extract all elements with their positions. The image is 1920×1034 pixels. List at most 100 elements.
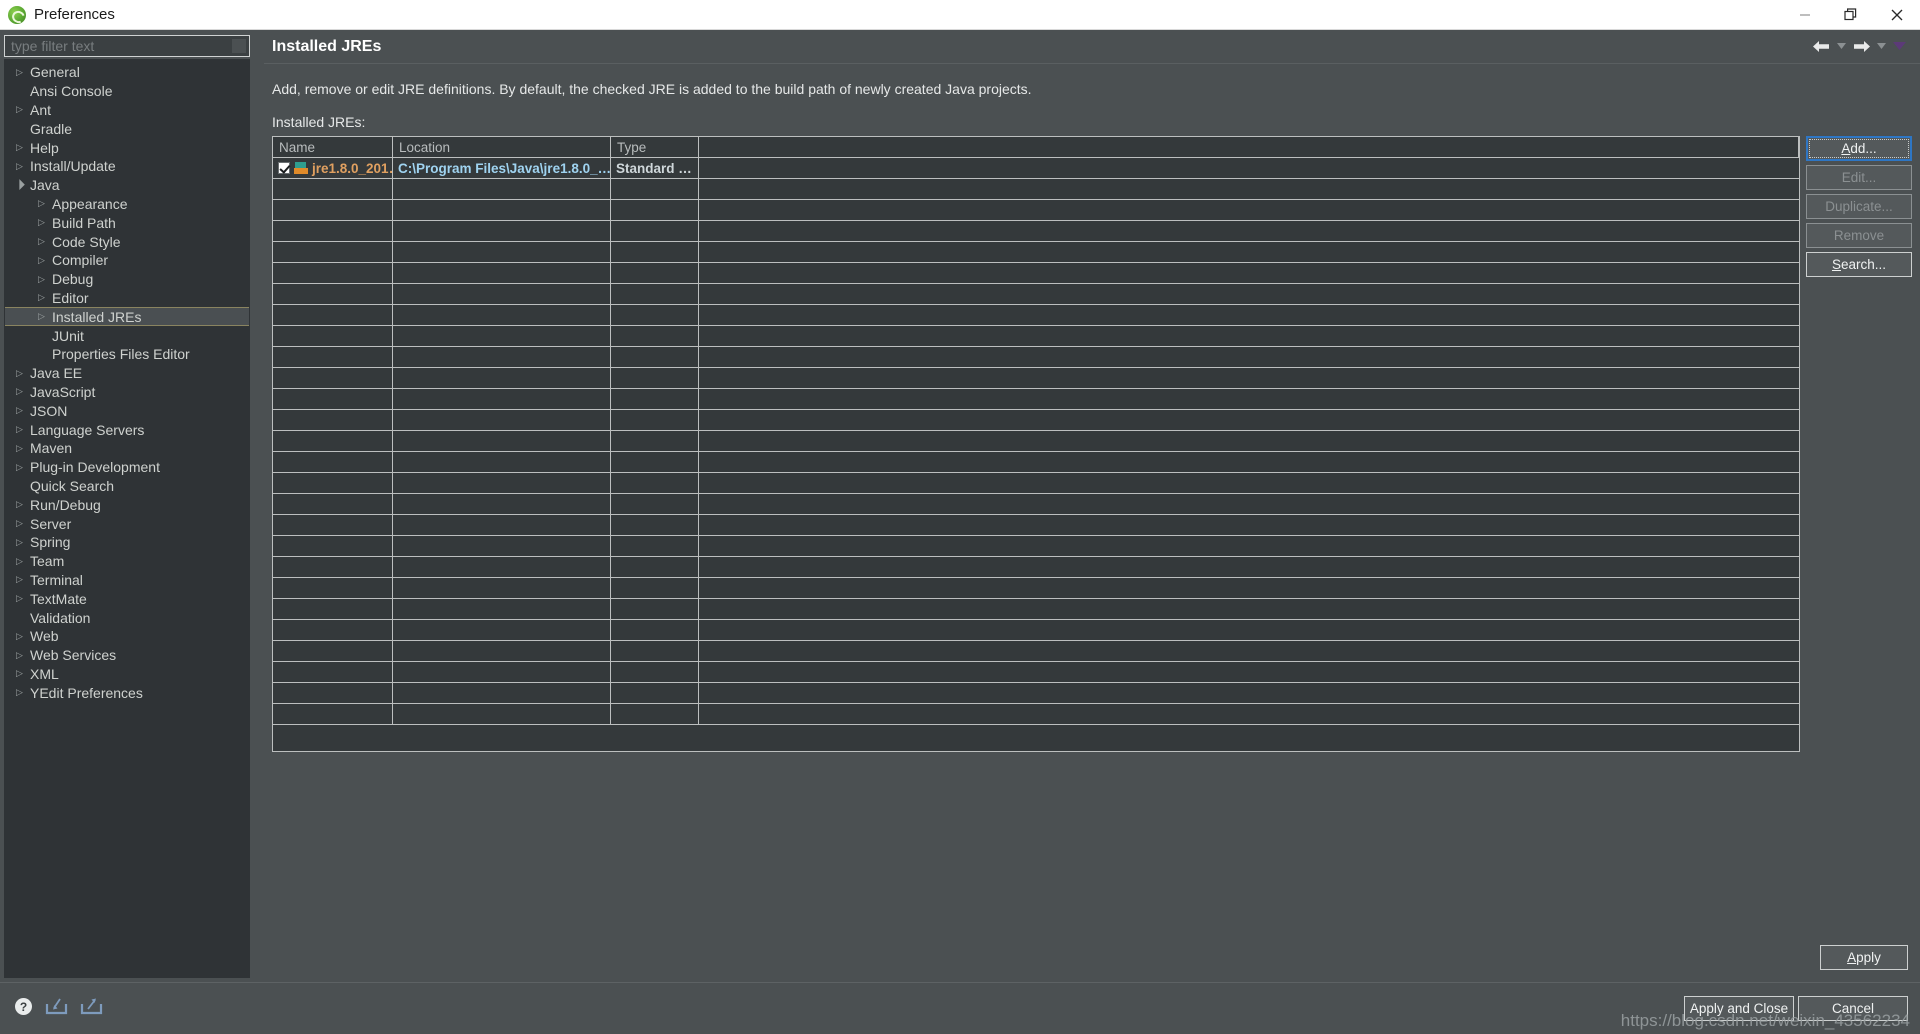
chevron-down-icon[interactable] [13, 180, 26, 190]
table-row-empty[interactable] [273, 305, 1799, 326]
tree-item-json[interactable]: JSON [5, 401, 249, 420]
chevron-right-icon[interactable] [35, 312, 48, 321]
tree-item-ansi-console[interactable]: Ansi Console [5, 82, 249, 101]
tree-item-validation[interactable]: Validation [5, 608, 249, 627]
chevron-right-icon[interactable] [35, 256, 48, 265]
chevron-right-icon[interactable] [13, 387, 26, 396]
tree-item-properties-files-editor[interactable]: Properties Files Editor [5, 345, 249, 364]
tree-item-javascript[interactable]: JavaScript [5, 383, 249, 402]
jre-table[interactable]: Name Location Type jre1.8.0_201…C:\Progr… [272, 136, 1800, 752]
tree-item-gradle[interactable]: Gradle [5, 119, 249, 138]
tree-item-plug-in-development[interactable]: Plug-in Development [5, 458, 249, 477]
tree-item-textmate[interactable]: TextMate [5, 589, 249, 608]
chevron-right-icon[interactable] [13, 519, 26, 528]
chevron-right-icon[interactable] [13, 594, 26, 603]
tree-item-debug[interactable]: Debug [5, 270, 249, 289]
minimize-icon[interactable] [1782, 0, 1828, 30]
tree-item-installed-jres[interactable]: Installed JREs [5, 307, 249, 327]
chevron-right-icon[interactable] [13, 500, 26, 509]
column-header-name[interactable]: Name [273, 137, 393, 157]
chevron-right-icon[interactable] [13, 669, 26, 678]
tree-item-web-services[interactable]: Web Services [5, 646, 249, 665]
table-row-empty[interactable] [273, 242, 1799, 263]
forward-arrow-icon[interactable] [1853, 40, 1870, 53]
search-button[interactable]: Search... [1806, 252, 1912, 277]
tree-item-web[interactable]: Web [5, 627, 249, 646]
tree-item-general[interactable]: General [5, 63, 249, 82]
chevron-right-icon[interactable] [13, 425, 26, 434]
tree-item-editor[interactable]: Editor [5, 289, 249, 308]
table-row[interactable]: jre1.8.0_201…C:\Program Files\Java\jre1.… [273, 158, 1799, 179]
table-row-empty[interactable] [273, 410, 1799, 431]
table-row-empty[interactable] [273, 557, 1799, 578]
preference-tree[interactable]: General Ansi ConsoleAnt Gradle Help Install/… [4, 59, 250, 978]
jre-checkbox[interactable] [278, 162, 290, 174]
table-row-empty[interactable] [273, 473, 1799, 494]
table-row-empty[interactable] [273, 431, 1799, 452]
tree-item-java-ee[interactable]: Java EE [5, 364, 249, 383]
table-row-empty[interactable] [273, 536, 1799, 557]
column-header-type[interactable]: Type [611, 137, 699, 157]
table-row-empty[interactable] [273, 578, 1799, 599]
chevron-right-icon[interactable] [13, 143, 26, 152]
tree-item-spring[interactable]: Spring [5, 533, 249, 552]
table-row-empty[interactable] [273, 620, 1799, 641]
view-menu-icon[interactable] [1893, 42, 1906, 51]
chevron-right-icon[interactable] [13, 105, 26, 114]
chevron-right-icon[interactable] [13, 688, 26, 697]
tree-item-terminal[interactable]: Terminal [5, 571, 249, 590]
back-arrow-icon[interactable] [1813, 40, 1830, 53]
tree-item-quick-search[interactable]: Quick Search [5, 477, 249, 496]
column-header-location[interactable]: Location [393, 137, 611, 157]
back-menu-chevron-down-icon[interactable] [1837, 43, 1846, 50]
chevron-right-icon[interactable] [13, 369, 26, 378]
tree-item-yedit-preferences[interactable]: YEdit Preferences [5, 683, 249, 702]
tree-item-ant[interactable]: Ant [5, 101, 249, 120]
tree-item-team[interactable]: Team [5, 552, 249, 571]
tree-item-compiler[interactable]: Compiler [5, 251, 249, 270]
table-row-empty[interactable] [273, 368, 1799, 389]
table-row-empty[interactable] [273, 641, 1799, 662]
table-row-empty[interactable] [273, 263, 1799, 284]
table-row-empty[interactable] [273, 347, 1799, 368]
tree-item-install-update[interactable]: Install/Update [5, 157, 249, 176]
chevron-right-icon[interactable] [13, 632, 26, 641]
chevron-right-icon[interactable] [13, 68, 26, 77]
table-row-empty[interactable] [273, 704, 1799, 725]
table-row-empty[interactable] [273, 284, 1799, 305]
tree-item-java[interactable]: Java [5, 176, 249, 195]
tree-item-language-servers[interactable]: Language Servers [5, 420, 249, 439]
add-button[interactable]: Add... [1806, 136, 1912, 161]
filter-input[interactable]: type filter text [4, 35, 250, 57]
chevron-right-icon[interactable] [35, 293, 48, 302]
table-row-empty[interactable] [273, 599, 1799, 620]
chevron-right-icon[interactable] [13, 162, 26, 171]
export-icon[interactable] [80, 997, 103, 1021]
chevron-right-icon[interactable] [35, 218, 48, 227]
import-icon[interactable] [45, 997, 68, 1021]
table-row-empty[interactable] [273, 683, 1799, 704]
table-row-empty[interactable] [273, 389, 1799, 410]
tree-item-code-style[interactable]: Code Style [5, 232, 249, 251]
chevron-right-icon[interactable] [13, 463, 26, 472]
restore-icon[interactable] [1828, 0, 1874, 30]
tree-item-maven[interactable]: Maven [5, 439, 249, 458]
table-row-empty[interactable] [273, 515, 1799, 536]
table-row-empty[interactable] [273, 494, 1799, 515]
chevron-right-icon[interactable] [13, 538, 26, 547]
close-icon[interactable] [1874, 0, 1920, 30]
tree-item-appearance[interactable]: Appearance [5, 195, 249, 214]
chevron-right-icon[interactable] [13, 557, 26, 566]
chevron-right-icon[interactable] [35, 275, 48, 284]
tree-item-help[interactable]: Help [5, 138, 249, 157]
apply-button[interactable]: Apply [1820, 945, 1908, 970]
forward-menu-chevron-down-icon[interactable] [1877, 43, 1886, 50]
chevron-right-icon[interactable] [13, 651, 26, 660]
filter-clear-icon[interactable] [232, 39, 246, 53]
table-row-empty[interactable] [273, 200, 1799, 221]
tree-item-junit[interactable]: JUnit [5, 326, 249, 345]
table-row-empty[interactable] [273, 221, 1799, 242]
table-row-empty[interactable] [273, 326, 1799, 347]
table-row-empty[interactable] [273, 452, 1799, 473]
help-icon[interactable]: ? [14, 997, 33, 1021]
